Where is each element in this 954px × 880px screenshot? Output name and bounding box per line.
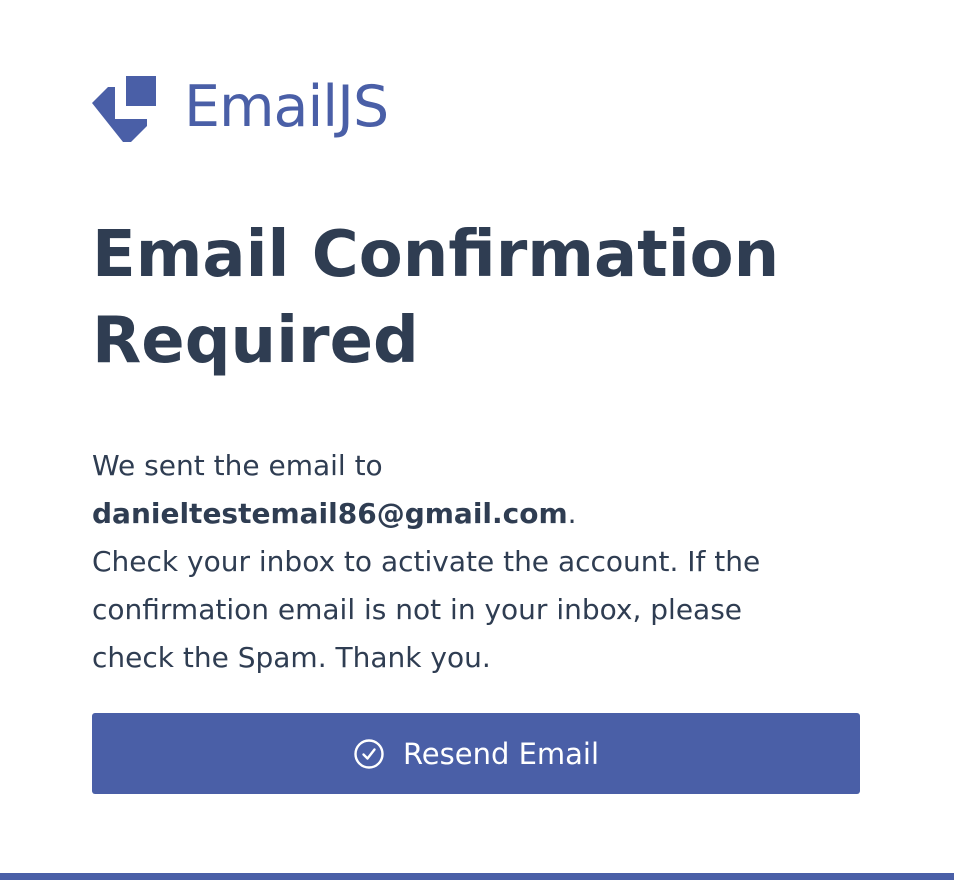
page-title-line1: Email Confirmation (92, 218, 780, 292)
check-circle-icon (354, 738, 384, 769)
page-title: Email Confirmation Required (92, 212, 892, 384)
message-line-3: Check your inbox to activate the account… (92, 545, 761, 578)
bottom-accent-bar (0, 873, 954, 880)
emailjs-logo: EmailJS (92, 74, 389, 144)
resend-email-button[interactable]: Resend Email (92, 713, 860, 794)
emailjs-logo-icon (92, 76, 156, 142)
message-intro: We sent the email to (92, 449, 383, 482)
message-line-5: check the Spam. Thank you. (92, 641, 491, 674)
message-line-4: confirmation email is not in your inbox,… (92, 593, 743, 626)
recipient-email: danieltestemail86@gmail.com (92, 497, 568, 530)
resend-email-label: Resend Email (402, 736, 600, 771)
logo-square-shape (126, 76, 156, 106)
message-email-line: danieltestemail86@gmail.com. (92, 490, 872, 538)
confirmation-message: We sent the email to danieltestemail86@g… (92, 442, 872, 682)
email-suffix: . (567, 497, 577, 530)
logo-text: EmailJS (184, 74, 389, 140)
page-title-line2: Required (92, 304, 419, 378)
